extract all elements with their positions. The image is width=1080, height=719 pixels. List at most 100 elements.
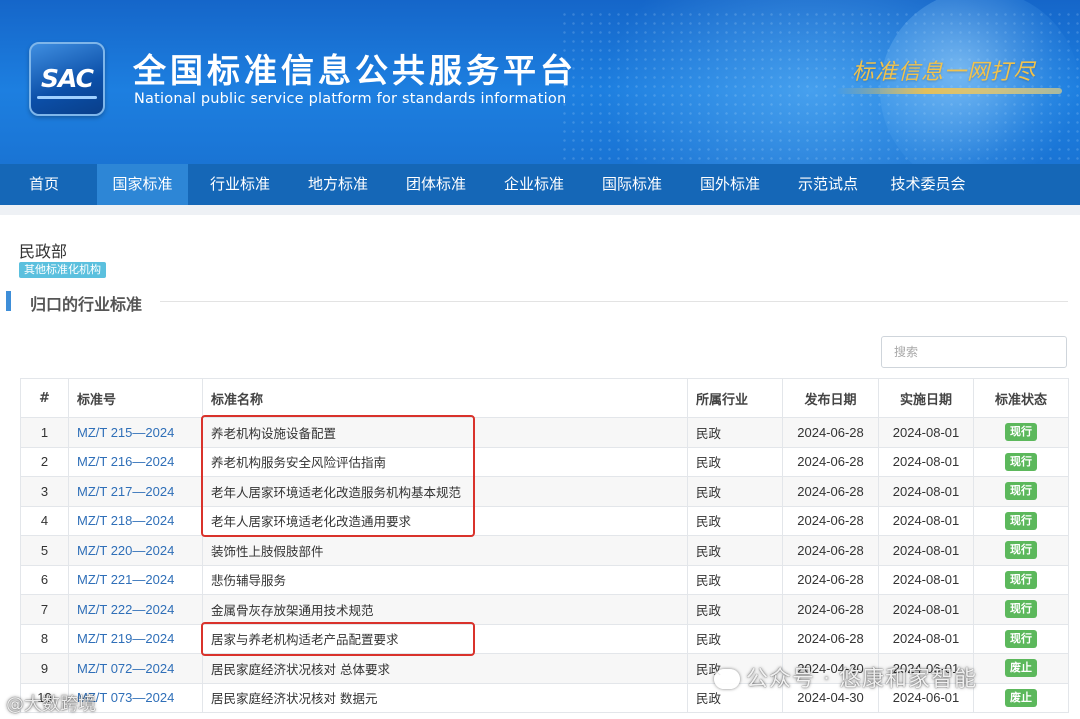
publish-date-cell: 2024-06-28 (782, 564, 879, 595)
row-index-cell: 2 (20, 446, 69, 477)
nav-item-home[interactable]: 首页 (0, 164, 88, 205)
status-badge: 现行 (1005, 452, 1037, 471)
sac-logo[interactable]: SAC (29, 42, 105, 116)
table-row[interactable]: 2 MZ/T 216—2024 养老机构服务安全风险评估指南 民政 2024-06-28… (20, 446, 1069, 477)
status-cell: 现行 (973, 417, 1069, 448)
status-cell: 废止 (973, 682, 1069, 713)
standard-name-cell[interactable]: 装饰性上肢假肢部件 (202, 535, 688, 566)
nav-item-local[interactable]: 地方标准 (292, 164, 384, 205)
standard-code-link-cell[interactable]: MZ/T 072—2024 (68, 653, 203, 684)
implement-date-cell: 2024-08-01 (878, 446, 974, 477)
standard-name-cell[interactable]: 悲伤辅导服务 (202, 564, 688, 595)
standard-name-cell[interactable]: 老年人居家环境适老化改造通用要求 (202, 505, 688, 536)
section-marker (6, 291, 11, 311)
site-banner: SAC 全国标准信息公共服务平台 National public service… (0, 0, 1080, 164)
table-row[interactable]: 1 MZ/T 215—2024 养老机构设施设备配置 民政 2024-06-28 2024… (20, 417, 1069, 448)
standard-code-link-cell[interactable]: MZ/T 218—2024 (68, 505, 203, 536)
standard-name-cell[interactable]: 居家与养老机构适老产品配置要求 (202, 623, 688, 654)
status-badge: 现行 (1005, 482, 1037, 501)
standard-code-link-cell[interactable]: MZ/T 220—2024 (68, 535, 203, 566)
implement-date-cell: 2024-08-01 (878, 564, 974, 595)
site-slogan: 标准信息一网打尽 (852, 60, 1037, 85)
nav-item-group[interactable]: 团体标准 (390, 164, 482, 205)
slogan-underline (836, 88, 1062, 94)
nav-item-committee[interactable]: 技术委员会 (878, 164, 978, 205)
logo-swoosh (37, 96, 97, 99)
standard-name-cell[interactable]: 居民家庭经济状况核对 数据元 (202, 682, 688, 713)
nav-item-pilot[interactable]: 示范试点 (782, 164, 874, 205)
row-index-cell: 8 (20, 623, 69, 654)
status-badge: 现行 (1005, 600, 1037, 619)
standard-code-link-cell[interactable]: MZ/T 216—2024 (68, 446, 203, 477)
nav-item-industry[interactable]: 行业标准 (194, 164, 286, 205)
status-badge: 废止 (1005, 688, 1037, 707)
row-index-cell: 3 (20, 476, 69, 507)
standard-name-cell[interactable]: 养老机构服务安全风险评估指南 (202, 446, 688, 477)
industry-cell: 民政 (687, 446, 783, 477)
standard-name-cell[interactable]: 金属骨灰存放架通用技术规范 (202, 594, 688, 625)
col-header-index[interactable]: # (20, 378, 69, 418)
row-index-cell: 1 (20, 417, 69, 448)
industry-cell: 民政 (687, 594, 783, 625)
status-badge: 现行 (1005, 423, 1037, 442)
watermark-source: @大数跨境 (6, 694, 96, 715)
publish-date-cell: 2024-06-28 (782, 623, 879, 654)
publish-date-cell: 2024-06-28 (782, 476, 879, 507)
site-title-en: National public service platform for sta… (134, 91, 567, 107)
nav-item-international[interactable]: 国际标准 (586, 164, 678, 205)
col-header-status[interactable]: 标准状态 (973, 378, 1069, 418)
industry-cell: 民政 (687, 535, 783, 566)
table-row[interactable]: 8 MZ/T 219—2024 居家与养老机构适老产品配置要求 民政 2024-06-2… (20, 623, 1069, 654)
section-title: 归口的行业标准 (30, 295, 143, 314)
implement-date-cell: 2024-08-01 (878, 505, 974, 536)
publish-date-cell: 2024-06-28 (782, 446, 879, 477)
standard-name-cell[interactable]: 老年人居家环境适老化改造服务机构基本规范 (202, 476, 688, 507)
main-nav: 首页 国家标准 行业标准 地方标准 团体标准 企业标准 国际标准 国外标准 示范… (0, 164, 1080, 205)
col-header-industry[interactable]: 所属行业 (687, 378, 783, 418)
status-cell: 现行 (973, 476, 1069, 507)
status-cell: 现行 (973, 505, 1069, 536)
industry-cell: 民政 (687, 417, 783, 448)
standard-code-link-cell[interactable]: MZ/T 221—2024 (68, 564, 203, 595)
status-badge: 现行 (1005, 541, 1037, 560)
row-index-cell: 6 (20, 564, 69, 595)
status-badge: 废止 (1005, 659, 1037, 678)
publish-date-cell: 2024-06-28 (782, 535, 879, 566)
table-row[interactable]: 4 MZ/T 218—2024 老年人居家环境适老化改造通用要求 民政 2024-06-… (20, 505, 1069, 536)
col-header-name[interactable]: 标准名称 (202, 378, 688, 418)
table-row[interactable]: 3 MZ/T 217—2024 老年人居家环境适老化改造服务机构基本规范 民政 2024… (20, 476, 1069, 507)
industry-cell: 民政 (687, 623, 783, 654)
status-cell: 现行 (973, 446, 1069, 477)
nav-item-national[interactable]: 国家标准 (97, 164, 188, 205)
industry-cell: 民政 (687, 505, 783, 536)
search-input[interactable] (881, 336, 1067, 368)
standard-code-link-cell[interactable]: MZ/T 219—2024 (68, 623, 203, 654)
publish-date-cell: 2024-06-28 (782, 417, 879, 448)
table-row[interactable]: 5 MZ/T 220—2024 装饰性上肢假肢部件 民政 2024-06-28 2024-… (20, 535, 1069, 566)
col-header-code[interactable]: 标准号 (68, 378, 203, 418)
watermark-wechat-text: 公众号 · 悠康和家智能 (746, 667, 977, 692)
col-header-implement-date[interactable]: 实施日期 (878, 378, 974, 418)
nav-item-foreign[interactable]: 国外标准 (684, 164, 776, 205)
status-cell: 现行 (973, 564, 1069, 595)
section-divider (160, 301, 1068, 302)
standard-name-cell[interactable]: 养老机构设施设备配置 (202, 417, 688, 448)
row-index-cell: 4 (20, 505, 69, 536)
standard-code-link-cell[interactable]: MZ/T 215—2024 (68, 417, 203, 448)
org-name: 民政部 (19, 242, 68, 261)
nav-item-enterprise[interactable]: 企业标准 (488, 164, 580, 205)
table-row[interactable]: 7 MZ/T 222—2024 金属骨灰存放架通用技术规范 民政 2024-06-28 2… (20, 594, 1069, 625)
wechat-icon (714, 669, 740, 689)
nav-separator (0, 205, 1080, 215)
standard-code-link-cell[interactable]: MZ/T 222—2024 (68, 594, 203, 625)
table-header-row: # 标准号 标准名称 所属行业 发布日期 实施日期 标准状态 (20, 378, 1069, 418)
status-cell: 现行 (973, 623, 1069, 654)
standard-code-link-cell[interactable]: MZ/T 217—2024 (68, 476, 203, 507)
standard-name-cell[interactable]: 居民家庭经济状况核对 总体要求 (202, 653, 688, 684)
industry-cell: 民政 (687, 564, 783, 595)
col-header-publish-date[interactable]: 发布日期 (782, 378, 879, 418)
status-badge: 现行 (1005, 629, 1037, 648)
implement-date-cell: 2024-08-01 (878, 476, 974, 507)
table-row[interactable]: 6 MZ/T 221—2024 悲伤辅导服务 民政 2024-06-28 2024-08-… (20, 564, 1069, 595)
site-title-cn: 全国标准信息公共服务平台 (133, 51, 577, 90)
